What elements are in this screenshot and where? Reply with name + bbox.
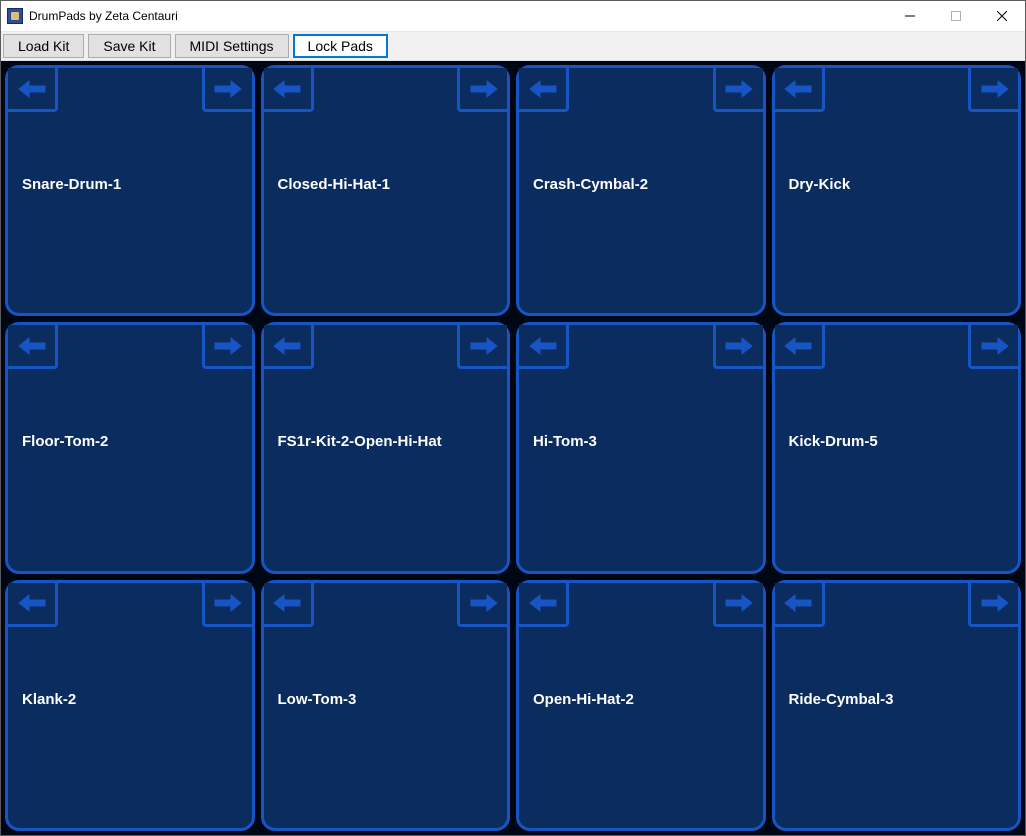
pad-prev-button[interactable] [264,325,314,369]
pad-prev-button[interactable] [775,583,825,627]
pad-label: Snare-Drum-1 [22,176,121,193]
pad-prev-button[interactable] [519,583,569,627]
pad-grid: Snare-Drum-1 Closed-Hi-Hat-1 Crash-Cymbal-… [1,61,1025,835]
arrow-left-icon [15,79,49,99]
pad-prev-button[interactable] [8,325,58,369]
maximize-icon [951,11,961,21]
arrow-left-icon [526,336,560,356]
arrow-left-icon [15,593,49,613]
drum-pad[interactable]: Floor-Tom-2 [5,322,255,573]
pad-label: Closed-Hi-Hat-1 [278,176,391,193]
load-kit-button[interactable]: Load Kit [3,34,84,58]
window-title: DrumPads by Zeta Centauri [29,9,178,23]
arrow-right-icon [722,336,756,356]
app-icon [7,8,23,24]
arrow-left-icon [526,79,560,99]
pad-prev-button[interactable] [264,68,314,112]
arrow-left-icon [526,593,560,613]
arrow-right-icon [211,593,245,613]
lock-pads-button[interactable]: Lock Pads [293,34,388,58]
app-window: DrumPads by Zeta Centauri Load Kit Save … [0,0,1026,836]
pad-label: Open-Hi-Hat-2 [533,691,634,708]
toolbar: Load Kit Save Kit MIDI Settings Lock Pad… [1,31,1025,61]
pad-label: Low-Tom-3 [278,691,357,708]
pad-next-button[interactable] [457,583,507,627]
midi-settings-button[interactable]: MIDI Settings [175,34,289,58]
pad-next-button[interactable] [713,583,763,627]
pad-next-button[interactable] [202,583,252,627]
pad-label: Ride-Cymbal-3 [789,691,894,708]
drum-pad[interactable]: Closed-Hi-Hat-1 [261,65,511,316]
pad-next-button[interactable] [968,583,1018,627]
arrow-left-icon [781,336,815,356]
pad-label: FS1r-Kit-2-Open-Hi-Hat [278,433,442,450]
arrow-right-icon [978,593,1012,613]
arrow-right-icon [467,79,501,99]
drum-pad[interactable]: Ride-Cymbal-3 [772,580,1022,831]
pad-label: Floor-Tom-2 [22,433,108,450]
minimize-button[interactable] [887,1,933,31]
pad-next-button[interactable] [457,325,507,369]
save-kit-button[interactable]: Save Kit [88,34,170,58]
pad-prev-button[interactable] [775,68,825,112]
pad-prev-button[interactable] [8,583,58,627]
arrow-right-icon [978,336,1012,356]
drum-pad[interactable]: Hi-Tom-3 [516,322,766,573]
arrow-right-icon [211,336,245,356]
arrow-left-icon [15,336,49,356]
drum-pad[interactable]: Low-Tom-3 [261,580,511,831]
drum-pad[interactable]: Klank-2 [5,580,255,831]
drum-pad[interactable]: Snare-Drum-1 [5,65,255,316]
maximize-button [933,1,979,31]
pad-next-button[interactable] [202,325,252,369]
arrow-right-icon [722,593,756,613]
close-button[interactable] [979,1,1025,31]
pad-next-button[interactable] [968,325,1018,369]
pad-prev-button[interactable] [519,325,569,369]
titlebar-left: DrumPads by Zeta Centauri [7,8,178,24]
titlebar: DrumPads by Zeta Centauri [1,1,1025,31]
titlebar-controls [887,1,1025,31]
arrow-left-icon [270,336,304,356]
arrow-left-icon [270,593,304,613]
arrow-right-icon [467,336,501,356]
pad-prev-button[interactable] [264,583,314,627]
arrow-right-icon [467,593,501,613]
pad-next-button[interactable] [713,325,763,369]
arrow-left-icon [270,79,304,99]
pad-prev-button[interactable] [8,68,58,112]
pad-prev-button[interactable] [775,325,825,369]
pad-next-button[interactable] [202,68,252,112]
arrow-left-icon [781,593,815,613]
pad-label: Klank-2 [22,691,76,708]
arrow-left-icon [781,79,815,99]
pad-prev-button[interactable] [519,68,569,112]
arrow-right-icon [978,79,1012,99]
drum-pad[interactable]: Dry-Kick [772,65,1022,316]
arrow-right-icon [722,79,756,99]
drum-pad[interactable]: Crash-Cymbal-2 [516,65,766,316]
drum-pad[interactable]: Kick-Drum-5 [772,322,1022,573]
close-icon [997,11,1007,21]
pad-label: Dry-Kick [789,176,851,193]
pad-label: Kick-Drum-5 [789,433,878,450]
drum-pad[interactable]: FS1r-Kit-2-Open-Hi-Hat [261,322,511,573]
drum-pad[interactable]: Open-Hi-Hat-2 [516,580,766,831]
arrow-right-icon [211,79,245,99]
minimize-icon [905,11,915,21]
pad-label: Crash-Cymbal-2 [533,176,648,193]
pad-next-button[interactable] [713,68,763,112]
pad-next-button[interactable] [457,68,507,112]
pad-next-button[interactable] [968,68,1018,112]
pad-label: Hi-Tom-3 [533,433,597,450]
